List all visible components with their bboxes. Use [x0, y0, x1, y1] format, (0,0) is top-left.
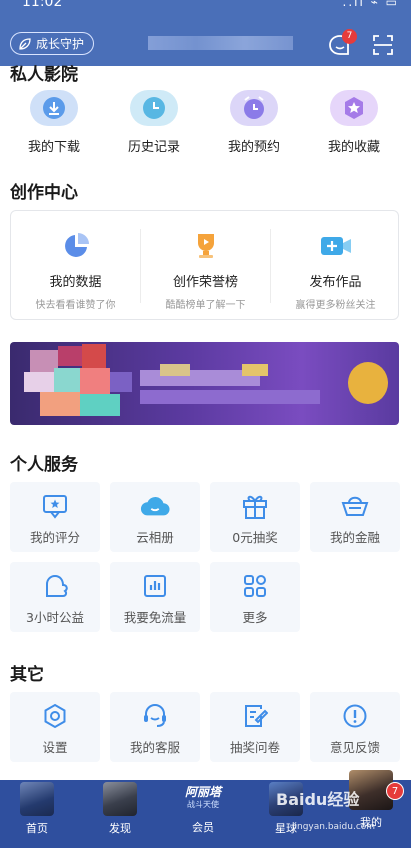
gift-icon — [240, 491, 270, 521]
vip-logo: 阿丽塔 — [184, 785, 221, 799]
grid-icon — [240, 571, 270, 601]
data-icon — [140, 571, 170, 601]
banner-pixel — [24, 372, 54, 392]
growth-guard-label: 成长守护 — [36, 37, 85, 51]
service-cloud[interactable]: 云相册 — [110, 482, 200, 552]
cloud-icon — [140, 491, 170, 521]
banner-pixel — [242, 364, 268, 376]
alarm-icon — [230, 90, 278, 126]
service-free-data-label: 我要免流量 — [123, 610, 187, 625]
star-icon — [330, 90, 378, 126]
create-my-data-sub: 快去看看谁赞了你 — [35, 300, 116, 311]
download-icon — [30, 90, 78, 126]
service-rating[interactable]: 我的评分 — [10, 482, 100, 552]
watermark-brand: Baidu经验 — [276, 790, 360, 809]
pie-chart-icon — [59, 229, 93, 263]
quick-reserve-label: 我的预约 — [227, 140, 280, 155]
quick-history[interactable]: 历史记录 — [109, 90, 199, 155]
promo-banner[interactable] — [10, 342, 399, 425]
nav-vip-label: 会员 — [192, 821, 214, 834]
banner-pixel — [80, 368, 110, 394]
create-publish-label: 发布作品 — [309, 275, 362, 290]
quick-favorite[interactable]: 我的收藏 — [309, 90, 399, 155]
other-survey[interactable]: 抽奖问卷 — [210, 692, 300, 762]
nav-discover-label: 发现 — [109, 822, 131, 835]
other-support[interactable]: 我的客服 — [110, 692, 200, 762]
vip-logo-sub: 战斗天使 — [187, 800, 219, 809]
nav-home-label: 首页 — [26, 822, 48, 835]
growth-guard-button[interactable]: 成长守护 — [10, 32, 95, 55]
other-settings-label: 设置 — [42, 740, 68, 755]
service-lottery-label: 0元抽奖 — [232, 530, 278, 545]
service-charity[interactable]: 3小时公益 — [10, 562, 100, 632]
message-badge: 7 — [342, 29, 357, 44]
nav-mine-badge: 7 — [386, 782, 404, 800]
quick-favorite-label: 我的收藏 — [327, 140, 380, 155]
nav-discover-thumb — [103, 782, 137, 816]
status-time: 11:02 — [22, 0, 63, 10]
support-icon — [140, 701, 170, 731]
trophy-icon — [189, 229, 223, 263]
create-honor-label: 创作荣誉榜 — [172, 275, 238, 290]
status-icons: ..ıl ⌁ ▭ — [342, 0, 399, 9]
banner-pixel — [80, 394, 120, 416]
service-more-label: 更多 — [242, 610, 268, 625]
services-title: 个人服务 — [10, 455, 78, 475]
nav-discover[interactable]: 发现 — [85, 780, 155, 848]
top-header: 11:02 ..ıl ⌁ ▭ 成长守护 7 — [0, 0, 411, 66]
create-my-data-label: 我的数据 — [49, 275, 102, 290]
scan-icon[interactable] — [372, 34, 394, 56]
rating-icon — [40, 491, 70, 521]
create-publish[interactable]: 发布作品 赢得更多粉丝关注 — [271, 211, 400, 319]
cinema-title: 私人影院 — [10, 65, 78, 85]
create-publish-sub: 赢得更多粉丝关注 — [295, 300, 376, 311]
settings-icon — [40, 701, 70, 731]
other-feedback-label: 意见反馈 — [329, 740, 380, 755]
quick-download-label: 我的下载 — [27, 140, 80, 155]
charity-icon — [40, 571, 70, 601]
username-blurred — [148, 36, 293, 50]
banner-pixel — [140, 390, 320, 404]
leaf-icon — [19, 37, 31, 50]
other-feedback[interactable]: 意见反馈 — [310, 692, 400, 762]
watermark-url: jingyan.baidu.com — [292, 822, 376, 832]
nav-home-thumb — [20, 782, 54, 816]
banner-pixel — [58, 346, 82, 366]
camera-add-icon — [319, 229, 353, 263]
banner-pixel — [40, 392, 80, 416]
nav-home[interactable]: 首页 — [2, 780, 72, 848]
create-card: 我的数据 快去看看谁赞了你 创作荣誉榜 酷酷榜单了解一下 发布作品 赢得更多粉丝… — [10, 210, 399, 320]
clock-icon — [130, 90, 178, 126]
quick-reserve[interactable]: 我的预约 — [209, 90, 299, 155]
banner-pixel — [54, 368, 80, 392]
service-cloud-label: 云相册 — [136, 530, 174, 545]
service-free-data[interactable]: 我要免流量 — [110, 562, 200, 632]
service-finance-label: 我的金融 — [329, 530, 380, 545]
survey-icon — [240, 701, 270, 731]
banner-pixel — [348, 362, 388, 404]
service-lottery[interactable]: 0元抽奖 — [210, 482, 300, 552]
create-honor[interactable]: 创作荣誉榜 酷酷榜单了解一下 — [141, 211, 270, 319]
quick-download[interactable]: 我的下载 — [9, 90, 99, 155]
banner-pixel — [110, 372, 132, 392]
service-finance[interactable]: 我的金融 — [310, 482, 400, 552]
quick-history-label: 历史记录 — [127, 140, 180, 155]
create-my-data[interactable]: 我的数据 快去看看谁赞了你 — [11, 211, 140, 319]
banner-pixel — [82, 344, 106, 368]
other-title: 其它 — [10, 665, 44, 685]
other-survey-label: 抽奖问卷 — [229, 740, 280, 755]
service-charity-label: 3小时公益 — [26, 610, 84, 625]
create-title: 创作中心 — [10, 183, 78, 203]
cinema-row: 我的下载 历史记录 我的预约 我的收藏 — [0, 90, 411, 155]
other-support-label: 我的客服 — [129, 740, 180, 755]
service-rating-label: 我的评分 — [29, 530, 80, 545]
nav-vip[interactable]: 阿丽塔 战斗天使 会员 — [168, 780, 238, 848]
create-honor-sub: 酷酷榜单了解一下 — [165, 300, 246, 311]
feedback-icon — [340, 701, 370, 731]
service-more[interactable]: 更多 — [210, 562, 300, 632]
ingot-icon — [340, 491, 370, 521]
banner-pixel — [160, 364, 190, 376]
other-settings[interactable]: 设置 — [10, 692, 100, 762]
